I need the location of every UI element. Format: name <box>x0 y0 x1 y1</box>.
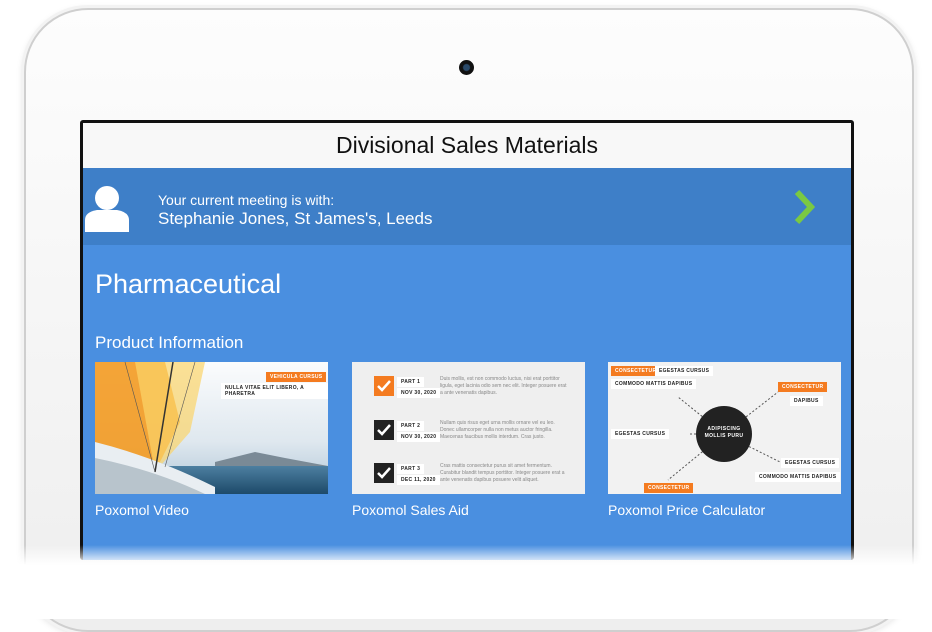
part-text: Cras mattis consectetur purus sit amet f… <box>440 463 565 483</box>
checkbox-checked-icon <box>374 420 394 440</box>
part-date: NOV 30, 2020 <box>397 432 441 442</box>
mind-map-center: ADIPISCING MOLLIS PURU <box>704 426 744 439</box>
card-title[interactable]: Poxomol Sales Aid <box>352 502 585 518</box>
node-tag: CONSECTETUR <box>644 483 694 493</box>
video-thumbnail[interactable]: VEHICULA CURSUS NULLA VITAE ELIT LIBERO,… <box>95 362 328 494</box>
node-tag: EGESTAS CURSUS <box>781 458 840 468</box>
title-bar: Divisional Sales Materials <box>83 123 851 168</box>
checkbox-checked-icon <box>374 463 394 483</box>
node-tag: COMMODO MATTIS DAPIBUS <box>611 379 697 389</box>
node-tag: DAPIBUS <box>790 396 823 406</box>
part-label: PART 3 <box>397 464 425 474</box>
meeting-attendee: Stephanie Jones, St James's, Leeds <box>158 209 433 228</box>
part-label: PART 2 <box>397 421 425 431</box>
camera-icon <box>459 60 474 75</box>
price-calculator-thumbnail[interactable]: ADIPISCING MOLLIS PURU CONSECTETUR EGEST… <box>608 362 841 494</box>
card-poxomol-price-calculator[interactable]: ADIPISCING MOLLIS PURU CONSECTETUR EGEST… <box>608 362 841 518</box>
part-date: NOV 30, 2020 <box>397 388 441 398</box>
node-tag: EGESTAS CURSUS <box>655 366 714 376</box>
part-text: Duis mollis, est non commodo luctus, nis… <box>440 376 567 396</box>
app-title: Divisional Sales Materials <box>335 132 599 158</box>
node-tag: CONSECTETUR <box>611 366 661 376</box>
card-poxomol-video[interactable]: VEHICULA CURSUS NULLA VITAE ELIT LIBERO,… <box>95 362 328 518</box>
video-tag-primary: VEHICULA CURSUS <box>266 372 327 382</box>
user-silhouette-icon <box>85 186 129 232</box>
bottom-fade <box>0 545 932 619</box>
card-title[interactable]: Poxomol Video <box>95 502 328 518</box>
checkbox-checked-icon <box>374 376 394 396</box>
video-tag-secondary: NULLA VITAE ELIT LIBERO, A PHARETRA <box>221 383 328 399</box>
part-date: DEC 11, 2020 <box>397 475 440 485</box>
sales-aid-thumbnail[interactable]: PART 1 NOV 30, 2020 Duis mollis, est non… <box>352 362 585 494</box>
chevron-right-icon[interactable] <box>791 188 819 226</box>
node-tag: COMMODO MATTIS DAPIBUS <box>755 472 841 482</box>
part-label: PART 1 <box>397 377 425 387</box>
part-text: Nullam quis risus eget urna mollis ornar… <box>440 420 555 440</box>
subsection-title: Product Information <box>95 333 244 352</box>
section-title: Pharmaceutical <box>95 269 282 299</box>
card-title[interactable]: Poxomol Price Calculator <box>608 502 841 518</box>
card-poxomol-sales-aid[interactable]: PART 1 NOV 30, 2020 Duis mollis, est non… <box>352 362 585 518</box>
node-tag: CONSECTETUR <box>778 382 828 392</box>
meeting-banner[interactable]: Your current meeting is with: Stephanie … <box>83 168 851 245</box>
node-tag: EGESTAS CURSUS <box>611 429 670 439</box>
meeting-label: Your current meeting is with: <box>158 192 335 208</box>
content-area: Pharmaceutical Product Information VEHIC… <box>83 245 851 560</box>
